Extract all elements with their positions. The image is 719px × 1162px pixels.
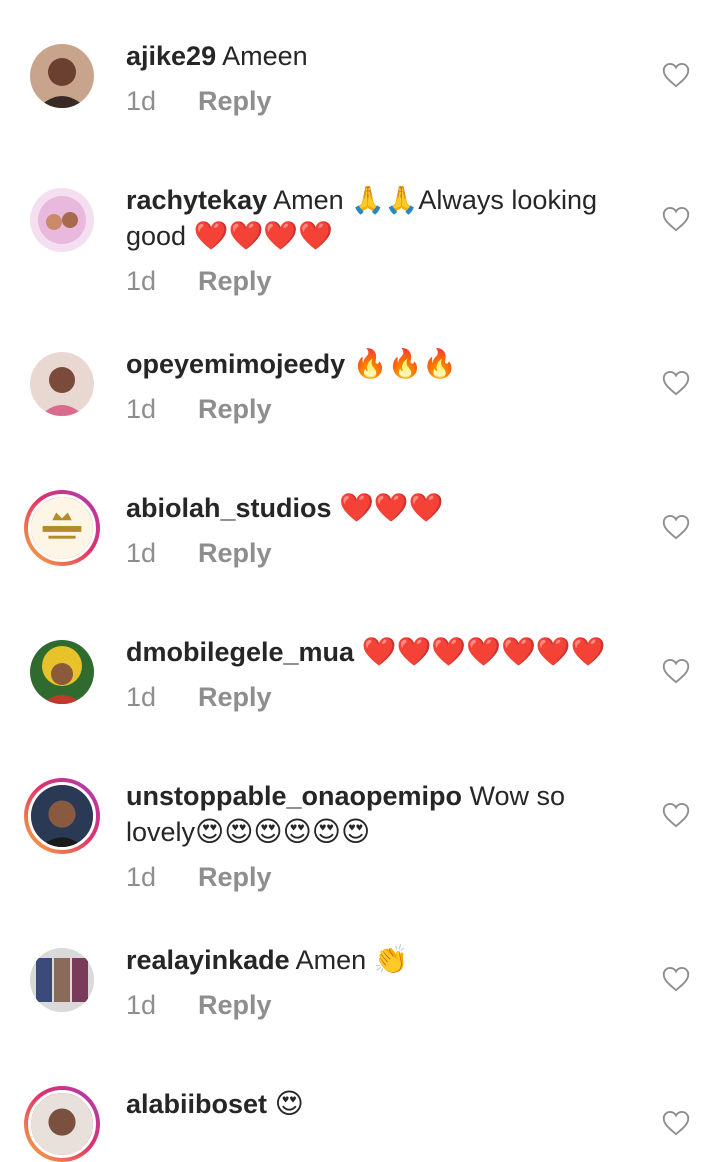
comment-emojis: ❤️❤️❤️ (339, 491, 444, 524)
comment-username[interactable]: unstoppable_onaopemipo (126, 781, 462, 811)
comment-time: 1d (126, 86, 157, 116)
comment-text: dmobilegele_mua ❤️❤️❤️❤️❤️❤️❤️ (126, 634, 626, 670)
comment-time: 1d (126, 538, 157, 568)
comment-text: abiolah_studios ❤️❤️❤️ (126, 490, 626, 526)
comment-username[interactable]: opeyemimojeedy (126, 349, 345, 379)
comment-username[interactable]: rachytekay (126, 185, 267, 215)
reply-button[interactable]: Reply (198, 682, 272, 712)
like-heart-icon[interactable] (662, 802, 690, 828)
reply-button[interactable]: Reply (198, 266, 272, 296)
reply-button[interactable]: Reply (198, 86, 272, 116)
avatar[interactable] (30, 188, 94, 252)
comment-username[interactable]: alabiiboset (126, 1089, 267, 1119)
comment-body (354, 637, 362, 667)
comment-username[interactable]: dmobilegele_mua (126, 637, 354, 667)
comment-username[interactable]: ajike29 (126, 41, 216, 71)
comment-text: alabiiboset 😍 (126, 1086, 626, 1122)
reply-button[interactable]: Reply (198, 862, 272, 892)
like-heart-icon[interactable] (662, 1110, 690, 1136)
comment-text: realayinkade Amen 👏 (126, 942, 626, 978)
comment-emojis: ❤️❤️❤️❤️ (193, 219, 334, 252)
reply-button[interactable]: Reply (198, 394, 272, 424)
avatar[interactable] (30, 948, 94, 1012)
comment-meta: 1d Reply (126, 535, 272, 571)
like-heart-icon[interactable] (662, 62, 690, 88)
comment-text: opeyemimojeedy 🔥🔥🔥 (126, 346, 626, 382)
comment-emojis: 👏 (373, 943, 409, 976)
comment-username[interactable]: realayinkade (126, 945, 290, 975)
like-heart-icon[interactable] (662, 658, 690, 684)
comment-meta: 1d Reply (126, 391, 272, 427)
comment-meta: 1d Reply (126, 83, 272, 119)
avatar[interactable] (24, 1086, 100, 1162)
avatar[interactable] (30, 352, 94, 416)
like-heart-icon[interactable] (662, 514, 690, 540)
comment-body (332, 493, 340, 523)
comment-emojis: 🔥🔥🔥 (352, 347, 458, 380)
avatar[interactable] (30, 640, 94, 704)
comment-meta: 1d Reply (126, 263, 272, 299)
like-heart-icon[interactable] (662, 966, 690, 992)
comment-username[interactable]: abiolah_studios (126, 493, 332, 523)
comment-text: unstoppable_onaopemipo Wow so lovely😍😍😍😍… (126, 778, 626, 850)
comment-body: Ameen (216, 41, 308, 71)
comment-meta: 1d Reply (126, 859, 272, 895)
comment-emojis: 😍😍😍😍😍😍 (195, 815, 371, 848)
comment-body (267, 1089, 275, 1119)
comment-time: 1d (126, 682, 157, 712)
avatar[interactable] (24, 778, 100, 854)
comment-time: 1d (126, 990, 157, 1020)
comment-meta: 1d Reply (126, 679, 272, 715)
comment-emojis: ❤️❤️❤️❤️❤️❤️❤️ (361, 635, 606, 668)
reply-button[interactable]: Reply (198, 990, 272, 1020)
like-heart-icon[interactable] (662, 206, 690, 232)
comment-body: Amen (289, 945, 374, 975)
comment-emojis: 😍 (274, 1087, 304, 1120)
comment-time: 1d (126, 266, 157, 296)
comment-meta: 1d Reply (126, 987, 272, 1023)
comment-time: 1d (126, 862, 157, 892)
reply-button[interactable]: Reply (198, 538, 272, 568)
like-heart-icon[interactable] (662, 370, 690, 396)
comment-text: ajike29 Ameen (126, 38, 626, 74)
comment-body (345, 349, 353, 379)
comment-text: rachytekay Amen 🙏🙏Always looking good ❤️… (126, 182, 626, 254)
avatar[interactable] (24, 490, 100, 566)
comment-time: 1d (126, 394, 157, 424)
avatar[interactable] (30, 44, 94, 108)
